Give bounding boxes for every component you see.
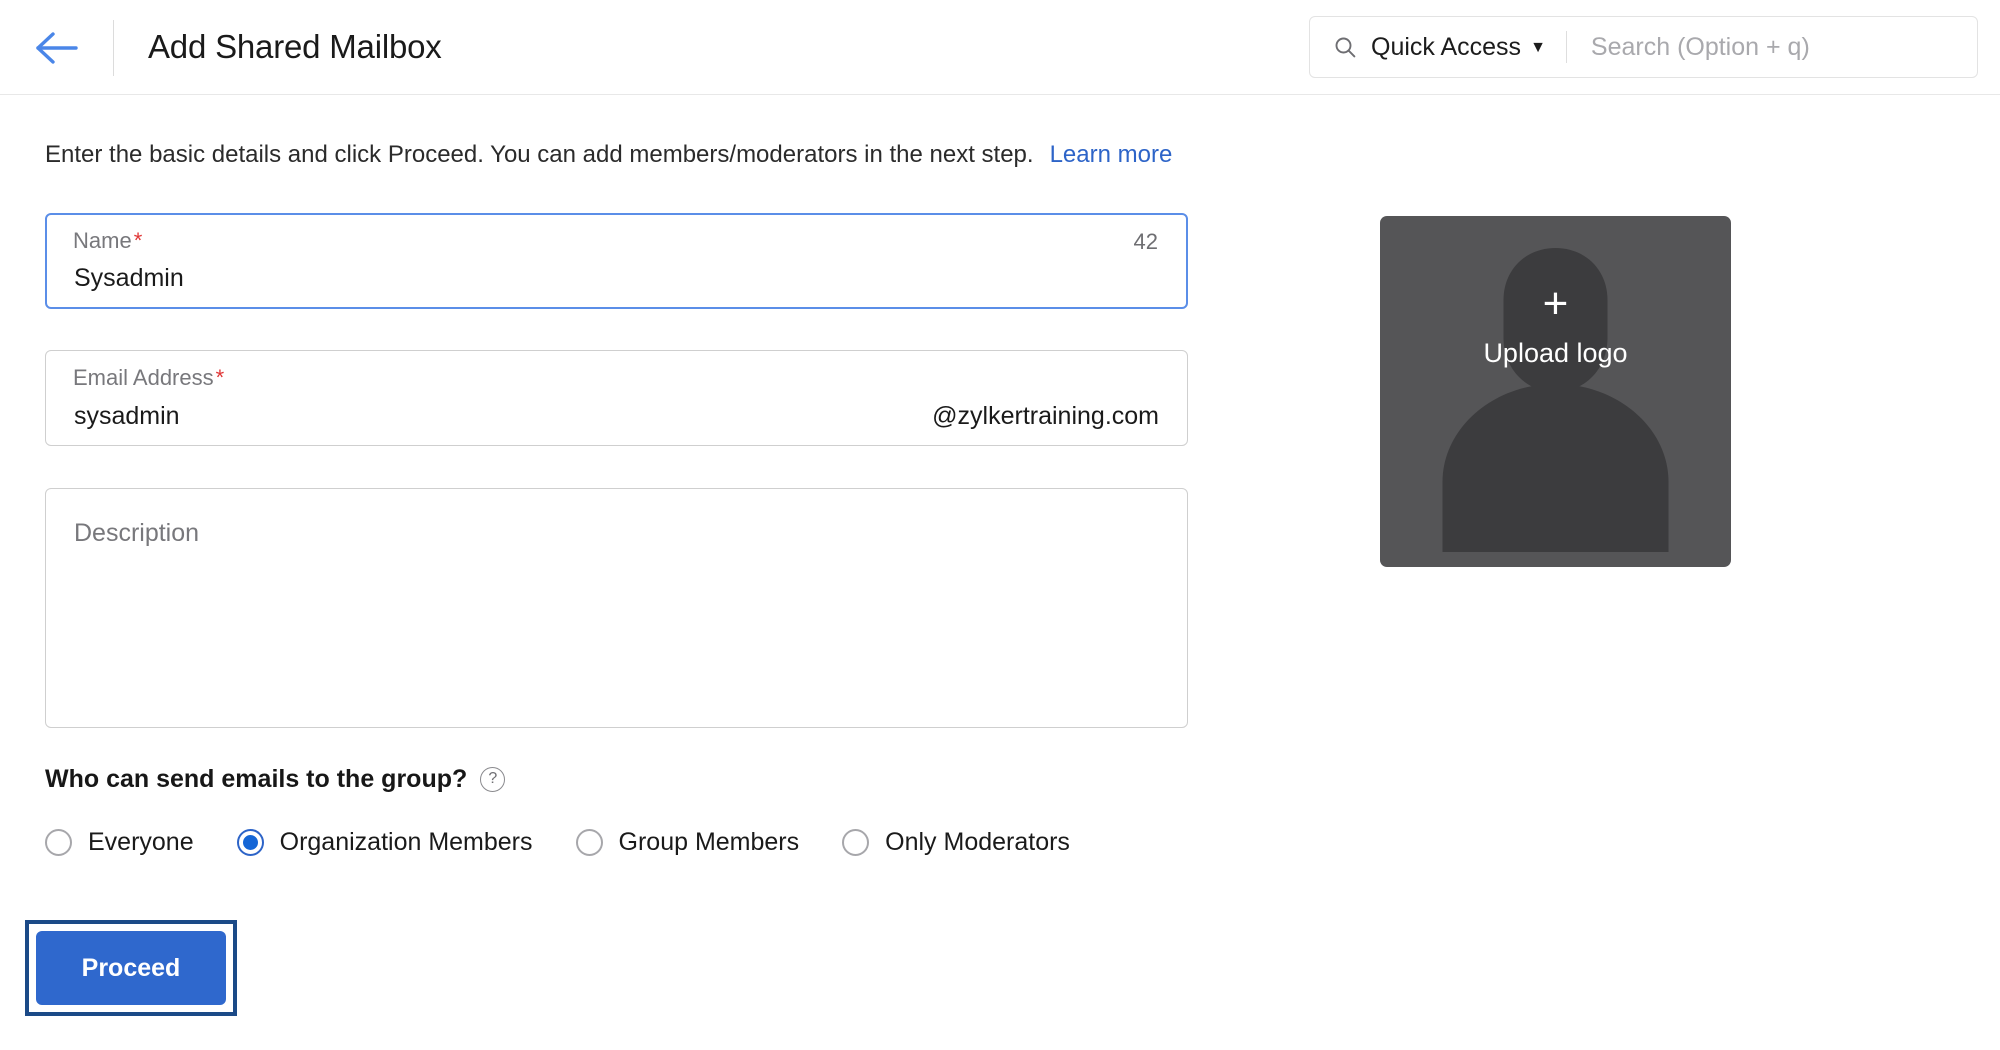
user-silhouette-icon [1380, 216, 1731, 567]
search-icon [1333, 35, 1357, 59]
upload-plus-icon: + [1380, 282, 1731, 326]
global-search-bar[interactable]: Quick Access ▼ [1309, 16, 1978, 78]
app-header: Add Shared Mailbox Quick Access ▼ [0, 0, 2000, 95]
email-field[interactable]: Email Address* sysadmin @zylkertraining.… [45, 350, 1188, 446]
radio-label: Only Moderators [885, 826, 1070, 858]
upload-logo-label: Upload logo [1380, 336, 1731, 370]
permission-section-heading: Who can send emails to the group? ? [45, 763, 505, 795]
radio-option-organization-members[interactable]: Organization Members [237, 826, 533, 858]
required-asterisk: * [216, 365, 225, 390]
proceed-button-focus-ring: Proceed [25, 920, 237, 1016]
chevron-down-icon: ▼ [1530, 40, 1546, 56]
search-divider [1566, 31, 1567, 63]
learn-more-link[interactable]: Learn more [1050, 141, 1173, 168]
back-arrow-icon[interactable] [30, 22, 82, 74]
name-field-value[interactable]: Sysadmin [74, 262, 184, 294]
name-field[interactable]: Name* 42 Sysadmin [45, 213, 1188, 309]
radio-label: Organization Members [280, 826, 533, 858]
email-domain-suffix: @zylkertraining.com [932, 400, 1159, 432]
radio-option-everyone[interactable]: Everyone [45, 826, 194, 858]
page-title: Add Shared Mailbox [148, 23, 442, 70]
radio-option-group-members[interactable]: Group Members [576, 826, 800, 858]
intro-text: Enter the basic details and click Procee… [45, 138, 1172, 172]
radio-circle[interactable] [842, 829, 869, 856]
intro-message: Enter the basic details and click Procee… [45, 141, 1034, 168]
name-char-count: 42 [1134, 228, 1158, 256]
header-divider [113, 20, 114, 76]
radio-option-only-moderators[interactable]: Only Moderators [842, 826, 1070, 858]
name-field-label: Name* [73, 227, 142, 255]
radio-label: Everyone [88, 826, 194, 858]
radio-circle[interactable] [576, 829, 603, 856]
email-field-value[interactable]: sysadmin [74, 400, 180, 432]
quick-access-label: Quick Access [1371, 32, 1521, 62]
description-placeholder: Description [74, 517, 199, 549]
proceed-button[interactable]: Proceed [36, 931, 226, 1005]
description-textarea[interactable]: Description [45, 488, 1188, 728]
radio-circle[interactable] [45, 829, 72, 856]
permission-radio-group[interactable]: Everyone Organization Members Group Memb… [45, 826, 1113, 858]
search-input[interactable] [1589, 27, 1963, 67]
radio-label: Group Members [619, 826, 800, 858]
question-mark-circle-icon[interactable]: ? [480, 767, 505, 792]
email-field-label: Email Address* [73, 364, 224, 392]
quick-access-dropdown[interactable]: Quick Access ▼ [1371, 32, 1546, 62]
upload-logo-dropzone[interactable]: + Upload logo [1380, 216, 1731, 567]
required-asterisk: * [134, 228, 143, 253]
radio-circle[interactable] [237, 829, 264, 856]
permission-heading-text: Who can send emails to the group? [45, 763, 467, 795]
